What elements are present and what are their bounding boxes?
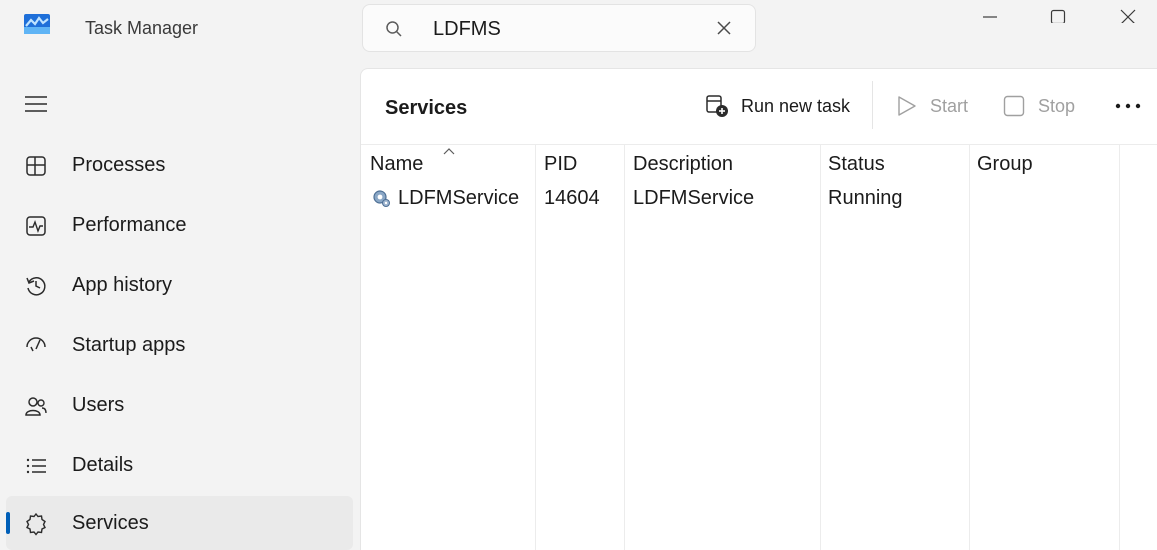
cell-status: Running	[828, 187, 903, 209]
column-header-status[interactable]: Status	[828, 153, 885, 176]
close-window-button[interactable]	[1098, 0, 1157, 30]
cell-description: LDFMService	[633, 187, 755, 209]
service-gear-icon	[371, 188, 391, 208]
app-history-icon	[24, 274, 48, 298]
play-icon	[894, 94, 918, 118]
search-icon	[385, 20, 403, 38]
sidebar-item-details[interactable]: Details	[6, 438, 353, 492]
start-label: Start	[930, 95, 969, 116]
close-icon	[717, 21, 731, 35]
clear-search-button[interactable]	[715, 19, 733, 37]
details-icon	[24, 454, 48, 478]
hamburger-icon	[25, 96, 47, 112]
services-panel: Services Run new task Start Stop Name PI…	[360, 68, 1157, 550]
users-icon	[24, 394, 48, 418]
sidebar-item-label: Startup apps	[72, 334, 186, 356]
stop-label: Stop	[1038, 95, 1076, 116]
toolbar-divider	[872, 81, 873, 129]
maximize-button[interactable]	[1028, 0, 1088, 30]
performance-icon	[24, 214, 48, 238]
more-options-icon	[1115, 103, 1141, 109]
close-icon	[1120, 9, 1136, 23]
sidebar-item-label: App history	[72, 274, 173, 296]
column-header-name[interactable]: Name	[370, 153, 423, 176]
sidebar-item-processes[interactable]: Processes	[6, 138, 353, 192]
task-manager-app-icon	[24, 14, 50, 34]
processes-icon	[24, 154, 48, 178]
maximize-icon	[1050, 9, 1066, 23]
sidebar-item-startup-apps[interactable]: Startup apps	[6, 318, 353, 372]
minimize-icon	[983, 16, 997, 18]
column-header-pid[interactable]: PID	[544, 153, 577, 176]
search-input[interactable]	[433, 15, 703, 43]
run-new-task-button[interactable]: Run new task	[705, 91, 850, 121]
more-options-button[interactable]	[1113, 91, 1143, 121]
services-icon	[24, 512, 48, 536]
sort-ascending-icon	[442, 143, 456, 155]
sidebar-item-label: Users	[72, 394, 125, 416]
table-header-divider	[361, 144, 1157, 145]
startup-apps-icon	[24, 334, 48, 358]
run-new-task-icon	[705, 94, 729, 118]
hamburger-menu-button[interactable]	[22, 93, 50, 115]
sidebar-item-label: Services	[72, 512, 149, 534]
sidebar-item-performance[interactable]: Performance	[6, 198, 353, 252]
cell-name: LDFMService	[398, 187, 520, 209]
page-title: Services	[385, 97, 468, 119]
minimize-button[interactable]	[960, 0, 1020, 30]
app-title: Task Manager	[85, 18, 199, 38]
stop-icon	[1002, 94, 1026, 118]
start-button[interactable]: Start	[894, 91, 968, 121]
column-header-group[interactable]: Group	[977, 153, 1033, 176]
sidebar-item-label: Performance	[72, 214, 187, 236]
run-new-task-label: Run new task	[741, 95, 851, 116]
sidebar-item-app-history[interactable]: App history	[6, 258, 353, 312]
sidebar-item-services[interactable]: Services	[6, 496, 353, 550]
column-header-description[interactable]: Description	[633, 153, 733, 176]
stop-button[interactable]: Stop	[1002, 91, 1075, 121]
search-box[interactable]	[362, 4, 756, 52]
sidebar-item-users[interactable]: Users	[6, 378, 353, 432]
active-indicator	[6, 512, 10, 534]
sidebar-item-label: Details	[72, 454, 134, 476]
sidebar-item-label: Processes	[72, 154, 166, 176]
cell-pid: 14604	[544, 187, 600, 209]
